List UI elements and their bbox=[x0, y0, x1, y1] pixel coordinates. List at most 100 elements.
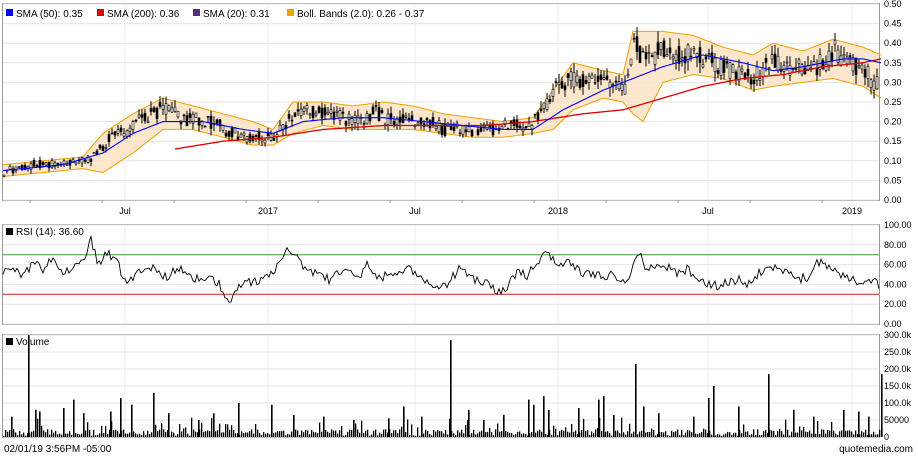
price-y-tick: 0.50 bbox=[884, 0, 902, 9]
volume-bar bbox=[457, 430, 459, 437]
candle-body bbox=[635, 36, 639, 53]
legend-sma200: SMA (200): 0.36 bbox=[107, 9, 180, 20]
volume-bar bbox=[763, 431, 765, 437]
volume-bar bbox=[395, 430, 397, 437]
volume-bar bbox=[631, 433, 633, 437]
volume-bar bbox=[77, 433, 79, 437]
volume-bar bbox=[53, 432, 55, 437]
volume-bar bbox=[145, 435, 147, 437]
candle-body bbox=[65, 164, 69, 166]
volume-bar bbox=[257, 429, 259, 437]
volume-bar bbox=[305, 429, 307, 437]
volume-bar bbox=[181, 431, 183, 437]
price-y-tick: 0.10 bbox=[884, 156, 902, 166]
volume-bar bbox=[45, 432, 47, 437]
volume-bar bbox=[179, 424, 181, 437]
candle-body bbox=[452, 126, 456, 131]
candle-body bbox=[17, 166, 21, 168]
volume-bar bbox=[25, 435, 27, 437]
volume-bar bbox=[839, 431, 841, 437]
volume-bar bbox=[491, 432, 493, 437]
volume-bar bbox=[747, 431, 749, 437]
candle-body bbox=[857, 65, 861, 68]
volume-bar bbox=[289, 434, 291, 437]
rsi-y-tick: 40.00 bbox=[884, 279, 907, 289]
candle-body bbox=[155, 107, 159, 119]
volume-bar bbox=[807, 432, 809, 437]
candle-body bbox=[581, 74, 585, 87]
volume-bar bbox=[557, 435, 559, 437]
volume-spike-bar bbox=[153, 392, 155, 437]
rsi-y-tick: 0.00 bbox=[884, 319, 902, 329]
volume-bar bbox=[287, 433, 289, 437]
candle-body bbox=[839, 55, 843, 66]
candle-body bbox=[626, 74, 630, 77]
volume-bar bbox=[299, 434, 301, 437]
volume-bar bbox=[223, 432, 225, 437]
candle-body bbox=[860, 64, 864, 70]
price-y-tick: 0.30 bbox=[884, 77, 902, 87]
volume-bar bbox=[567, 431, 569, 437]
candle-body bbox=[416, 122, 420, 125]
volume-bar bbox=[651, 428, 653, 437]
volume-bar bbox=[561, 429, 563, 437]
x-tick-label: 2018 bbox=[548, 206, 568, 216]
volume-bar bbox=[47, 429, 49, 437]
volume-spike-bar bbox=[658, 413, 660, 437]
price-y-tick: 0.15 bbox=[884, 136, 902, 146]
volume-bar bbox=[765, 430, 767, 437]
candle-body bbox=[803, 67, 807, 75]
candle-body bbox=[296, 109, 300, 112]
volume-bar bbox=[135, 433, 137, 437]
volume-bar bbox=[425, 429, 427, 437]
price-y-tick: 0.25 bbox=[884, 97, 902, 107]
volume-bar bbox=[759, 435, 761, 437]
candle-body bbox=[719, 58, 723, 76]
volume-bar bbox=[393, 430, 395, 437]
candle-body bbox=[671, 56, 675, 60]
volume-spike-bar bbox=[168, 413, 170, 437]
candle-body bbox=[692, 48, 696, 51]
candle-body bbox=[650, 55, 654, 57]
candle-body bbox=[143, 112, 147, 122]
volume-bar bbox=[877, 434, 879, 437]
volume-bar bbox=[773, 430, 775, 437]
volume-bar bbox=[283, 430, 285, 437]
volume-bar bbox=[221, 432, 223, 437]
volume-bar bbox=[281, 431, 283, 437]
volume-bar bbox=[297, 430, 299, 437]
candle-body bbox=[641, 50, 645, 53]
volume-bar bbox=[373, 430, 375, 437]
candle-body bbox=[704, 56, 708, 60]
volume-bar bbox=[871, 434, 873, 437]
candle-body bbox=[164, 103, 168, 115]
volume-bar bbox=[301, 430, 303, 437]
volume-bar bbox=[209, 431, 211, 437]
volume-bar bbox=[681, 429, 683, 437]
footer-brand[interactable]: quotemedia.com bbox=[839, 444, 913, 455]
candle-body bbox=[302, 107, 306, 112]
volume-bar bbox=[789, 435, 791, 437]
candle-body bbox=[347, 113, 351, 120]
volume-bar bbox=[615, 430, 617, 437]
volume-bar bbox=[113, 430, 115, 437]
candle-body bbox=[596, 75, 600, 82]
volume-bar bbox=[513, 434, 515, 437]
candle-body bbox=[83, 159, 87, 162]
volume-bar bbox=[201, 422, 203, 437]
volume-bar bbox=[211, 418, 213, 437]
volume-bar bbox=[23, 432, 25, 437]
volume-bar bbox=[219, 423, 221, 437]
volume-bar bbox=[309, 434, 311, 437]
candle-body bbox=[101, 146, 105, 152]
volume-bar bbox=[399, 429, 401, 437]
volume-spike-bar bbox=[708, 397, 710, 437]
volume-bar bbox=[9, 430, 11, 437]
x-tick-label: 2017 bbox=[258, 206, 278, 216]
volume-bar bbox=[607, 431, 609, 437]
volume-bar bbox=[791, 431, 793, 437]
volume-bar bbox=[465, 425, 467, 437]
candle-body bbox=[602, 77, 606, 80]
volume-bar bbox=[143, 431, 145, 437]
candle-body bbox=[158, 101, 162, 107]
